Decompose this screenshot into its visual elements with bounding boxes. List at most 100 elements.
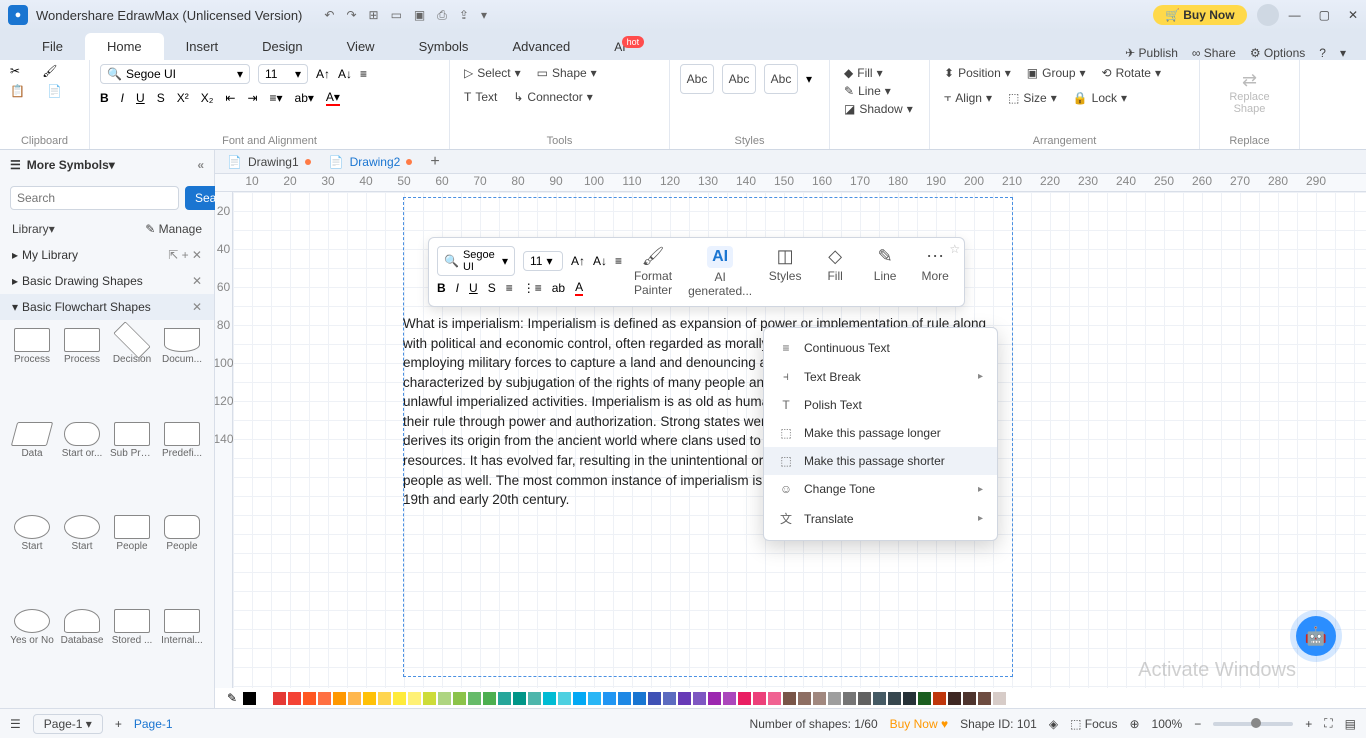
indent-icon[interactable]: ⇤ — [225, 91, 235, 105]
color-swatch[interactable] — [828, 692, 841, 705]
save-icon[interactable]: ▣ — [414, 8, 425, 23]
highlight-icon[interactable]: ab▾ — [295, 91, 314, 105]
color-swatch[interactable] — [438, 692, 451, 705]
color-swatch[interactable] — [948, 692, 961, 705]
redo-icon[interactable]: ↷ — [346, 8, 356, 23]
search-input[interactable] — [10, 186, 179, 210]
ctx-shorter[interactable]: ⬚Make this passage shorter — [764, 447, 997, 475]
more-symbols-button[interactable]: More Symbols▾ — [27, 158, 115, 172]
color-swatch[interactable] — [978, 692, 991, 705]
menu-design[interactable]: Design — [240, 33, 324, 60]
color-swatch[interactable] — [708, 692, 721, 705]
float-numlist-icon[interactable]: ≡ — [506, 281, 513, 295]
help-icon[interactable]: ? — [1319, 46, 1326, 60]
shape-item[interactable]: People — [108, 515, 156, 607]
float-highlight-icon[interactable]: ab — [552, 281, 565, 295]
line-button[interactable]: ✎ Line▾ — [840, 82, 919, 100]
share-button[interactable]: ∞ Share — [1192, 46, 1236, 60]
color-swatch[interactable] — [678, 692, 691, 705]
color-swatch[interactable] — [393, 692, 406, 705]
pages-icon[interactable]: ☰ — [10, 717, 21, 731]
color-swatch[interactable] — [558, 692, 571, 705]
close-icon[interactable]: ✕ — [1348, 8, 1358, 22]
font-color-icon[interactable]: A▾ — [326, 90, 340, 106]
lock-button[interactable]: 🔒 Lock▾ — [1069, 89, 1131, 107]
float-underline-icon[interactable]: U — [469, 281, 478, 295]
paste-icon[interactable]: 📄 — [47, 84, 62, 98]
menu-ai[interactable]: AIhot — [592, 33, 670, 60]
shape-item[interactable]: Yes or No — [8, 609, 56, 701]
connector-button[interactable]: ↳ Connector▾ — [509, 88, 596, 106]
bullets-icon[interactable]: ≡▾ — [270, 91, 283, 105]
position-button[interactable]: ⬍ Position▾ — [940, 64, 1015, 82]
shape-item[interactable]: Internal... — [158, 609, 206, 701]
shape-item[interactable]: Decision — [108, 328, 156, 420]
color-swatch[interactable] — [618, 692, 631, 705]
color-swatch[interactable] — [423, 692, 436, 705]
color-swatch[interactable] — [603, 692, 616, 705]
shape-item[interactable]: Sub Pro... — [108, 422, 156, 514]
group-button[interactable]: ▣ Group▾ — [1023, 64, 1090, 82]
avatar[interactable] — [1257, 4, 1279, 26]
color-swatch[interactable] — [513, 692, 526, 705]
ctx-polish-text[interactable]: TPolish Text — [764, 391, 997, 419]
float-strike-icon[interactable]: S — [488, 281, 496, 295]
menu-view[interactable]: View — [325, 33, 397, 60]
zoom-slider[interactable] — [1213, 722, 1293, 726]
panel-icon[interactable]: ▤ — [1345, 717, 1356, 731]
color-swatch[interactable] — [768, 692, 781, 705]
zoom-value[interactable]: 100% — [1152, 717, 1183, 731]
float-fontcolor-icon[interactable]: A — [575, 280, 583, 296]
format-painter-icon[interactable]: 🖌 — [42, 64, 57, 78]
float-fill[interactable]: ◇Fill — [812, 244, 858, 285]
color-swatch[interactable] — [738, 692, 751, 705]
fullscreen-icon[interactable]: ⛶ — [1324, 716, 1332, 731]
zoom-out-icon[interactable]: − — [1194, 717, 1201, 731]
add-page-icon[interactable]: + — [115, 717, 122, 731]
color-swatch[interactable] — [573, 692, 586, 705]
dropdown-icon[interactable]: ▾ — [481, 8, 487, 23]
menu-home[interactable]: Home — [85, 33, 164, 60]
text-button[interactable]: T Text — [460, 88, 501, 106]
ai-fab-button[interactable]: 🤖 — [1296, 616, 1336, 656]
minimize-icon[interactable]: — — [1289, 8, 1301, 22]
color-swatch[interactable] — [528, 692, 541, 705]
color-swatch[interactable] — [843, 692, 856, 705]
color-swatch[interactable] — [633, 692, 646, 705]
ctx-text-break[interactable]: ⫞Text Break▸ — [764, 362, 997, 391]
color-swatch[interactable] — [243, 692, 256, 705]
font-size-select[interactable]: 11▾ — [258, 64, 308, 84]
color-swatch[interactable] — [648, 692, 661, 705]
publish-button[interactable]: ✈ Publish — [1125, 46, 1178, 60]
color-swatch[interactable] — [813, 692, 826, 705]
float-ai-generated[interactable]: AIAI generated... — [682, 244, 758, 300]
color-swatch[interactable] — [993, 692, 1006, 705]
ctx-longer[interactable]: ⬚Make this passage longer — [764, 419, 997, 447]
buy-now-button[interactable]: 🛒 Buy Now — [1153, 5, 1247, 25]
export-icon[interactable]: ⇪ — [459, 8, 469, 23]
float-bullets-icon[interactable]: ⋮≡ — [523, 281, 542, 295]
color-swatch[interactable] — [798, 692, 811, 705]
open-icon[interactable]: ▭ — [391, 8, 402, 23]
color-swatch[interactable] — [858, 692, 871, 705]
color-swatch[interactable] — [873, 692, 886, 705]
cut-icon[interactable]: ✂ — [10, 64, 20, 78]
outdent-icon[interactable]: ⇥ — [247, 91, 257, 105]
float-font-select[interactable]: 🔍Segoe UI▾ — [437, 246, 515, 276]
ctx-change-tone[interactable]: ☺Change Tone▸ — [764, 475, 997, 503]
status-buy-now[interactable]: Buy Now ♥ — [890, 717, 949, 731]
menu-advanced[interactable]: Advanced — [490, 33, 592, 60]
add-tab-icon[interactable]: + — [430, 153, 439, 171]
superscript-icon[interactable]: X² — [177, 91, 189, 105]
increase-font-icon[interactable]: A↑ — [316, 67, 330, 81]
float-pin-icon[interactable]: ☆ — [949, 242, 960, 256]
color-swatch[interactable] — [288, 692, 301, 705]
shape-item[interactable]: Docum... — [158, 328, 206, 420]
float-dec-font-icon[interactable]: A↓ — [593, 254, 607, 268]
color-swatch[interactable] — [918, 692, 931, 705]
color-swatch[interactable] — [303, 692, 316, 705]
color-swatch[interactable] — [543, 692, 556, 705]
palette-picker-icon[interactable]: ✎ — [227, 691, 237, 705]
color-swatch[interactable] — [783, 692, 796, 705]
float-styles[interactable]: ◫Styles — [762, 244, 808, 285]
